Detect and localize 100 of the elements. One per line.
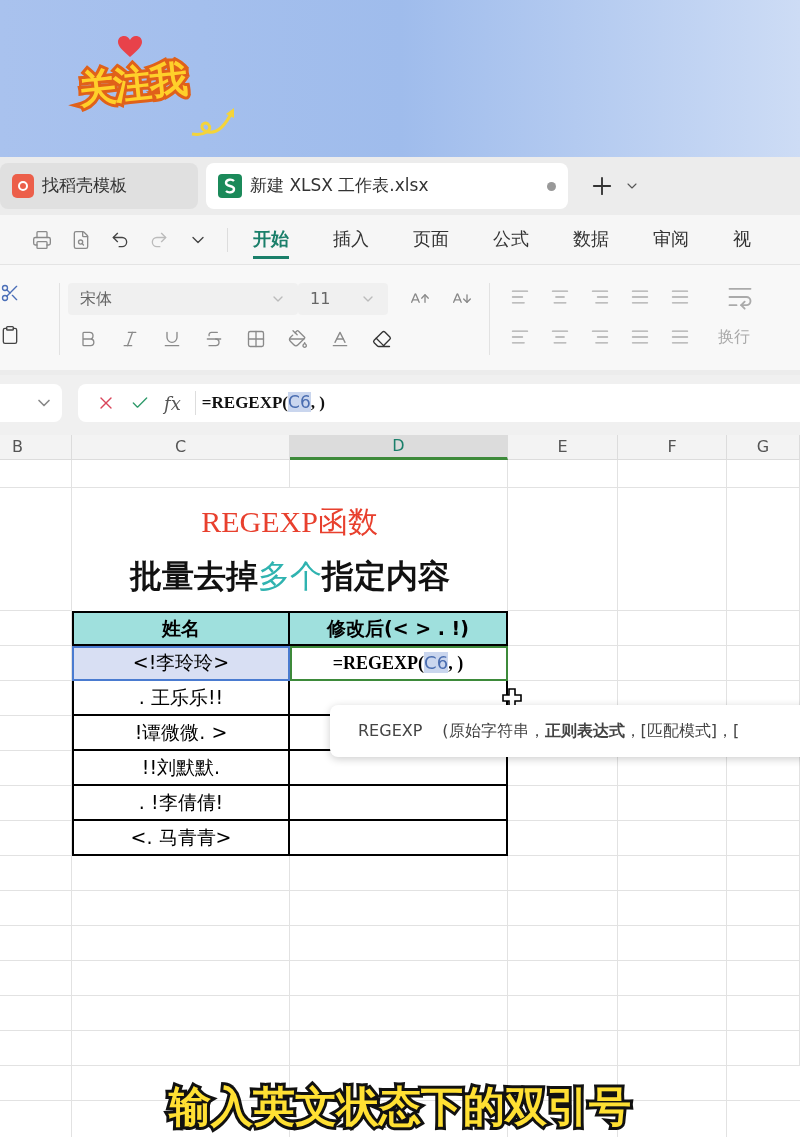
empty-cell[interactable] [618,488,727,611]
empty-cell[interactable] [618,786,727,821]
empty-cell[interactable] [290,961,508,996]
empty-cell[interactable] [72,891,290,926]
empty-cell[interactable] [727,856,800,891]
column-header[interactable]: G [727,435,800,460]
menu-tab[interactable]: 开始 [253,220,289,259]
empty-cell[interactable] [0,926,72,961]
borders-icon[interactable] [246,329,266,349]
scissors-icon[interactable] [0,283,20,303]
name-cell[interactable]: !谭微微. > [72,716,290,751]
empty-cell[interactable] [727,961,800,996]
empty-cell[interactable] [0,891,72,926]
eraser-icon[interactable] [372,329,392,349]
empty-cell[interactable] [618,1031,727,1066]
empty-cell[interactable] [508,460,618,488]
menu-tab[interactable]: 页面 [413,220,449,259]
empty-cell[interactable] [72,961,290,996]
column-header[interactable]: E [508,435,618,460]
empty-cell[interactable] [508,996,618,1031]
document-tab[interactable]: 找稻壳模板 [0,163,198,209]
fill-color-icon[interactable] [288,329,308,349]
font-size-field[interactable]: 11 [298,283,388,315]
empty-cell[interactable] [0,996,72,1031]
name-cell[interactable]: <!李玲玲> [72,646,290,681]
paste-icon[interactable] [0,325,20,345]
empty-cell[interactable] [618,856,727,891]
function-label[interactable]: fx [164,389,181,417]
empty-cell[interactable] [618,996,727,1031]
empty-cell[interactable] [72,996,290,1031]
column-header[interactable]: F [618,435,727,460]
empty-cell[interactable] [72,460,290,488]
empty-cell[interactable] [508,786,618,821]
empty-cell[interactable] [290,926,508,961]
empty-cell[interactable] [618,961,727,996]
empty-cell[interactable] [0,751,72,786]
font-name-field[interactable]: 宋体 [68,283,298,315]
empty-cell[interactable] [508,646,618,681]
name-cell[interactable]: . 王乐乐!! [72,681,290,716]
empty-cell[interactable] [290,460,508,488]
empty-cell[interactable] [618,646,727,681]
print-preview-icon[interactable] [71,229,91,250]
menu-tab[interactable]: 数据 [573,220,609,259]
empty-cell[interactable] [618,460,727,488]
empty-cell[interactable] [727,996,800,1031]
name-cell[interactable]: . !李倩倩! [72,786,290,821]
empty-cell[interactable] [727,460,800,488]
empty-cell[interactable] [727,646,800,681]
empty-cell[interactable] [0,460,72,488]
empty-cell[interactable] [618,611,727,646]
print-icon[interactable] [32,229,52,250]
empty-cell[interactable] [618,891,727,926]
empty-cell[interactable] [508,926,618,961]
font-color-icon[interactable] [330,329,350,349]
name-cell[interactable]: <. 马青青> [72,821,290,856]
empty-cell[interactable] [290,891,508,926]
empty-cell[interactable] [0,681,72,716]
empty-cell[interactable] [0,1031,72,1066]
menu-tab[interactable]: 公式 [493,220,529,259]
empty-cell[interactable] [727,891,800,926]
empty-cell[interactable] [0,961,72,996]
empty-cell[interactable] [72,856,290,891]
empty-cell[interactable] [618,926,727,961]
empty-cell[interactable] [0,821,72,856]
empty-cell[interactable] [508,821,618,856]
empty-cell[interactable] [0,856,72,891]
column-header[interactable]: D [290,435,508,460]
menu-tab[interactable]: 视 [733,220,751,259]
empty-cell[interactable] [0,786,72,821]
result-cell[interactable] [290,821,508,856]
formula-bar[interactable]: fx =REGEXP(C6, ) [78,384,800,422]
empty-cell[interactable] [290,1031,508,1066]
empty-cell[interactable] [508,488,618,611]
empty-cell[interactable] [727,488,800,611]
empty-cell[interactable] [290,856,508,891]
empty-cell[interactable] [72,926,290,961]
empty-cell[interactable] [72,1031,290,1066]
document-tab[interactable]: 新建 XLSX 工作表.xlsx [206,163,568,209]
empty-cell[interactable] [0,488,72,611]
menu-tab[interactable]: 插入 [333,220,369,259]
empty-cell[interactable] [727,926,800,961]
column-header[interactable]: C [72,435,290,460]
empty-cell[interactable] [727,611,800,646]
empty-cell[interactable] [508,891,618,926]
empty-cell[interactable] [727,821,800,856]
name-cell[interactable]: !!刘默默. [72,751,290,786]
empty-cell[interactable] [727,1031,800,1066]
empty-cell[interactable] [290,996,508,1031]
empty-cell[interactable] [508,961,618,996]
empty-cell[interactable] [618,821,727,856]
empty-cell[interactable] [727,786,800,821]
menu-tab[interactable]: 审阅 [653,220,689,259]
strikethrough-icon[interactable] [204,329,224,349]
result-cell[interactable] [290,786,508,821]
column-header[interactable]: B [0,435,72,460]
empty-cell[interactable] [0,716,72,751]
underline-icon[interactable] [162,329,182,349]
empty-cell[interactable] [508,1031,618,1066]
empty-cell[interactable] [508,856,618,891]
editing-cell[interactable]: =REGEXP(C6, ) [290,646,508,681]
